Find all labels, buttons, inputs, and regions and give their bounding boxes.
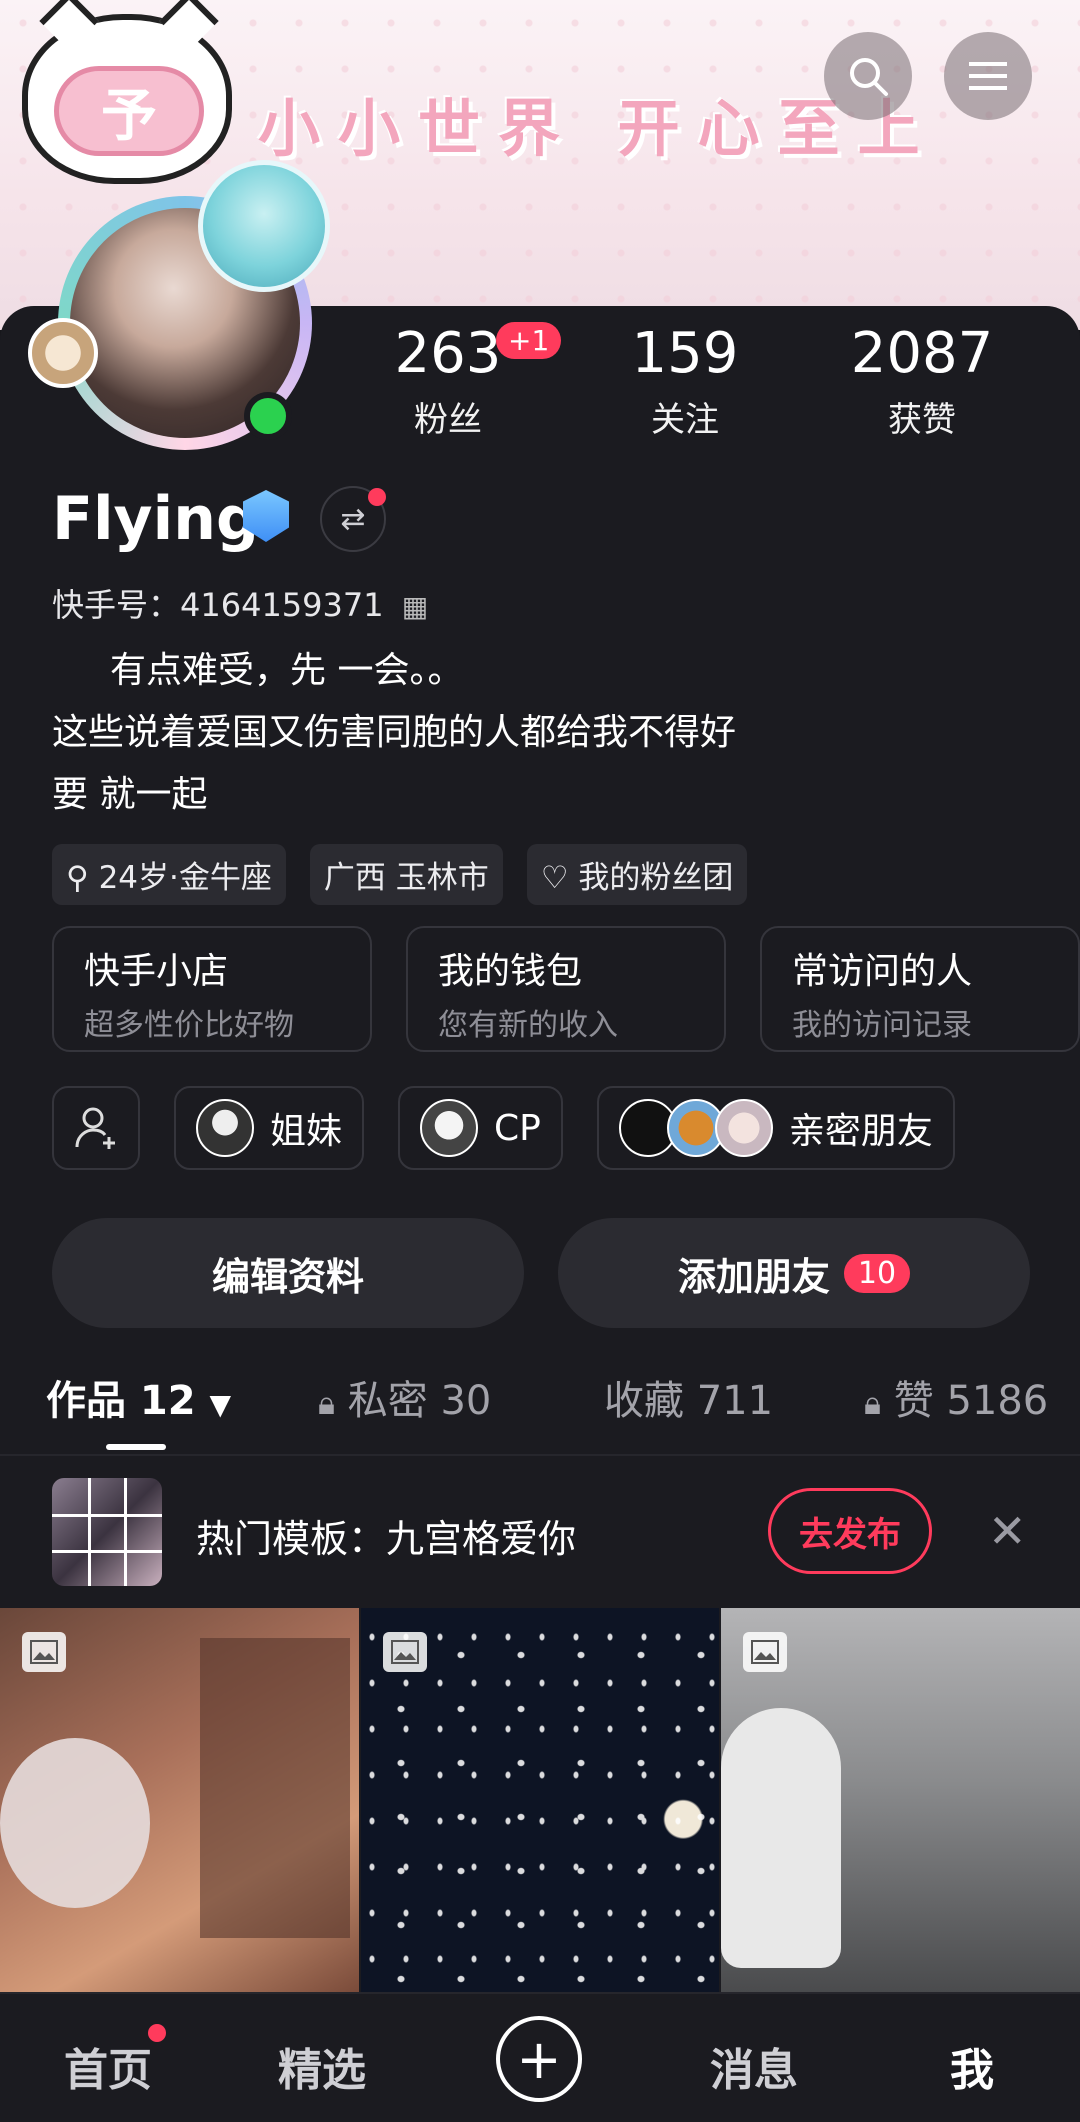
menu-icon (969, 62, 1007, 90)
cat-sticker: 予 (22, 0, 232, 184)
friend-chip-cp[interactable]: CP (398, 1086, 563, 1170)
tab-likes[interactable]: 🔒︎ 赞 5186 (864, 1368, 1048, 1426)
switch-arrows-icon: ⇄ (340, 501, 366, 537)
nav-messages[interactable]: 消息 (710, 2034, 798, 2098)
plus-icon: + (516, 2027, 562, 2091)
stat-value: 2087 (850, 321, 994, 386)
friend-chip-close-friends[interactable]: 亲密朋友 (596, 1086, 955, 1170)
profile-actions: 编辑资料 添加朋友 10 (52, 1218, 1030, 1328)
tab-label: 私密 30 (347, 1378, 492, 1424)
nav-featured[interactable]: 精选 (278, 2034, 366, 2098)
add-person-icon (75, 1107, 115, 1149)
stat-likes[interactable]: 2087 获赞 (822, 321, 1022, 441)
card-title: 快手小店 (84, 951, 229, 992)
card-title: 常访问的人 (792, 951, 973, 992)
relationship-row: 姐妹 CP 亲密朋友 (52, 1086, 955, 1170)
bio-line: 这些说着爱国又伤害同胞的人都给我不得好 (52, 712, 737, 753)
online-status-dot (244, 392, 292, 440)
profile-tags: ⚲ 24岁·金牛座 广西 玉林市 ♡ 我的粉丝团 (52, 844, 748, 905)
bottom-nav: 首页 精选 + 消息 我 (0, 1992, 1080, 2122)
notification-dot (368, 488, 386, 506)
tag-age-label: 24岁·金牛座 (98, 860, 272, 896)
add-friend-label: 添加朋友 (677, 1254, 830, 1299)
lock-icon: 🔒︎ (318, 1384, 336, 1422)
friend-chip-sisters[interactable]: 姐妹 (174, 1086, 365, 1170)
avatar-decoration-sticker (198, 160, 330, 292)
edit-profile-button[interactable]: 编辑资料 (52, 1218, 524, 1328)
create-button[interactable]: + (496, 2016, 582, 2102)
template-thumbnail (52, 1478, 162, 1586)
new-follower-badge: +1 (496, 322, 562, 359)
stat-label: 粉丝 (414, 400, 482, 441)
card-shop[interactable]: 快手小店 超多性价比好物 (52, 926, 372, 1052)
image-icon (22, 1632, 66, 1672)
active-tab-indicator (106, 1444, 166, 1450)
work-thumbnail[interactable] (0, 1608, 359, 1992)
cat-badge-char: 予 (54, 66, 204, 156)
search-button[interactable] (824, 32, 912, 120)
qr-code-icon[interactable]: ▦ (402, 590, 428, 623)
search-icon: ⚲ (66, 860, 99, 896)
profile-bio: 有点难受，先 一会。。 这些说着爱国又伤害同胞的人都给我不得好 要 就一起 (52, 640, 736, 826)
template-promo: 热门模板：九宫格爱你 去发布 ✕ (0, 1456, 1080, 1608)
bio-line: 要 就一起 (52, 774, 208, 815)
heart-icon: ♡ (540, 860, 579, 896)
works-grid (0, 1608, 1080, 1992)
avatar (420, 1099, 479, 1157)
image-icon (382, 1632, 427, 1672)
avatar (714, 1099, 773, 1157)
chevron-down-icon: ▼ (209, 1388, 232, 1421)
stat-following[interactable]: 159 关注 (585, 321, 785, 441)
kuaishou-id[interactable]: 快手号：4164159371 ▦ (52, 580, 428, 626)
thumb-shape (200, 1638, 350, 1938)
feature-cards: 快手小店 超多性价比好物 我的钱包 您有新的收入 常访问的人 我的访问记录 (52, 926, 1080, 1052)
friend-chip-label: 姐妹 (270, 1111, 343, 1152)
tab-favorites[interactable]: 收藏 711 (604, 1368, 773, 1426)
card-subtitle: 超多性价比好物 (84, 1008, 294, 1043)
friend-chip-label: CP (494, 1107, 541, 1149)
thumb-shape (0, 1738, 150, 1908)
tag-location: 广西 玉林市 (309, 844, 503, 905)
work-thumbnail[interactable] (360, 1608, 720, 1992)
card-wallet[interactable]: 我的钱包 您有新的收入 (406, 926, 726, 1052)
card-subtitle: 您有新的收入 (438, 1008, 618, 1043)
stat-label: 关注 (651, 400, 719, 441)
add-friend-count-badge: 10 (843, 1253, 911, 1293)
publish-button[interactable]: 去发布 (768, 1488, 932, 1574)
add-friend-button[interactable]: 添加朋友 10 (558, 1218, 1030, 1328)
nav-home[interactable]: 首页 (64, 2034, 152, 2098)
stat-label: 获赞 (888, 400, 956, 441)
search-icon (850, 58, 888, 96)
content-tabs: 作品 12 ▼ 🔒︎ 私密 30 收藏 711 🔒︎ 赞 5186 (0, 1368, 1080, 1450)
bio-line: 有点难受，先 一会。。 (110, 650, 464, 691)
profile-name: Flying (52, 484, 259, 554)
stat-value: 159 (631, 321, 739, 386)
card-visitors[interactable]: 常访问的人 我的访问记录 (760, 926, 1080, 1052)
tag-fan-club[interactable]: ♡ 我的粉丝团 (526, 844, 748, 905)
tag-age: ⚲ 24岁·金牛座 (52, 844, 286, 905)
image-icon (743, 1632, 788, 1672)
nav-home-dot (148, 2024, 166, 2042)
kuaishou-id-text: 快手号：4164159371 (52, 586, 384, 624)
friend-chip-label: 亲密朋友 (788, 1111, 933, 1152)
tab-private[interactable]: 🔒︎ 私密 30 (318, 1368, 491, 1426)
avatar (196, 1099, 254, 1157)
tag-fan-club-label: 我的粉丝团 (578, 860, 734, 896)
nav-me[interactable]: 我 (950, 2034, 994, 2098)
work-thumbnail[interactable] (721, 1608, 1080, 1992)
card-subtitle: 我的访问记录 (792, 1008, 972, 1043)
thumb-shape (721, 1708, 842, 1968)
avatar-decoration-panda (28, 318, 98, 388)
menu-button[interactable] (944, 32, 1032, 120)
add-relationship-button[interactable] (52, 1086, 140, 1170)
lock-icon: 🔒︎ (864, 1384, 882, 1422)
card-title: 我的钱包 (438, 951, 583, 992)
tab-label: 作品 12 (46, 1378, 196, 1424)
tab-label: 赞 5186 (893, 1378, 1049, 1424)
close-icon[interactable]: ✕ (988, 1504, 1027, 1558)
switch-account-button[interactable]: ⇄ (320, 486, 386, 552)
promo-text: 热门模板：九宫格爱你 (196, 1517, 577, 1561)
tab-works[interactable]: 作品 12 ▼ (46, 1368, 231, 1426)
